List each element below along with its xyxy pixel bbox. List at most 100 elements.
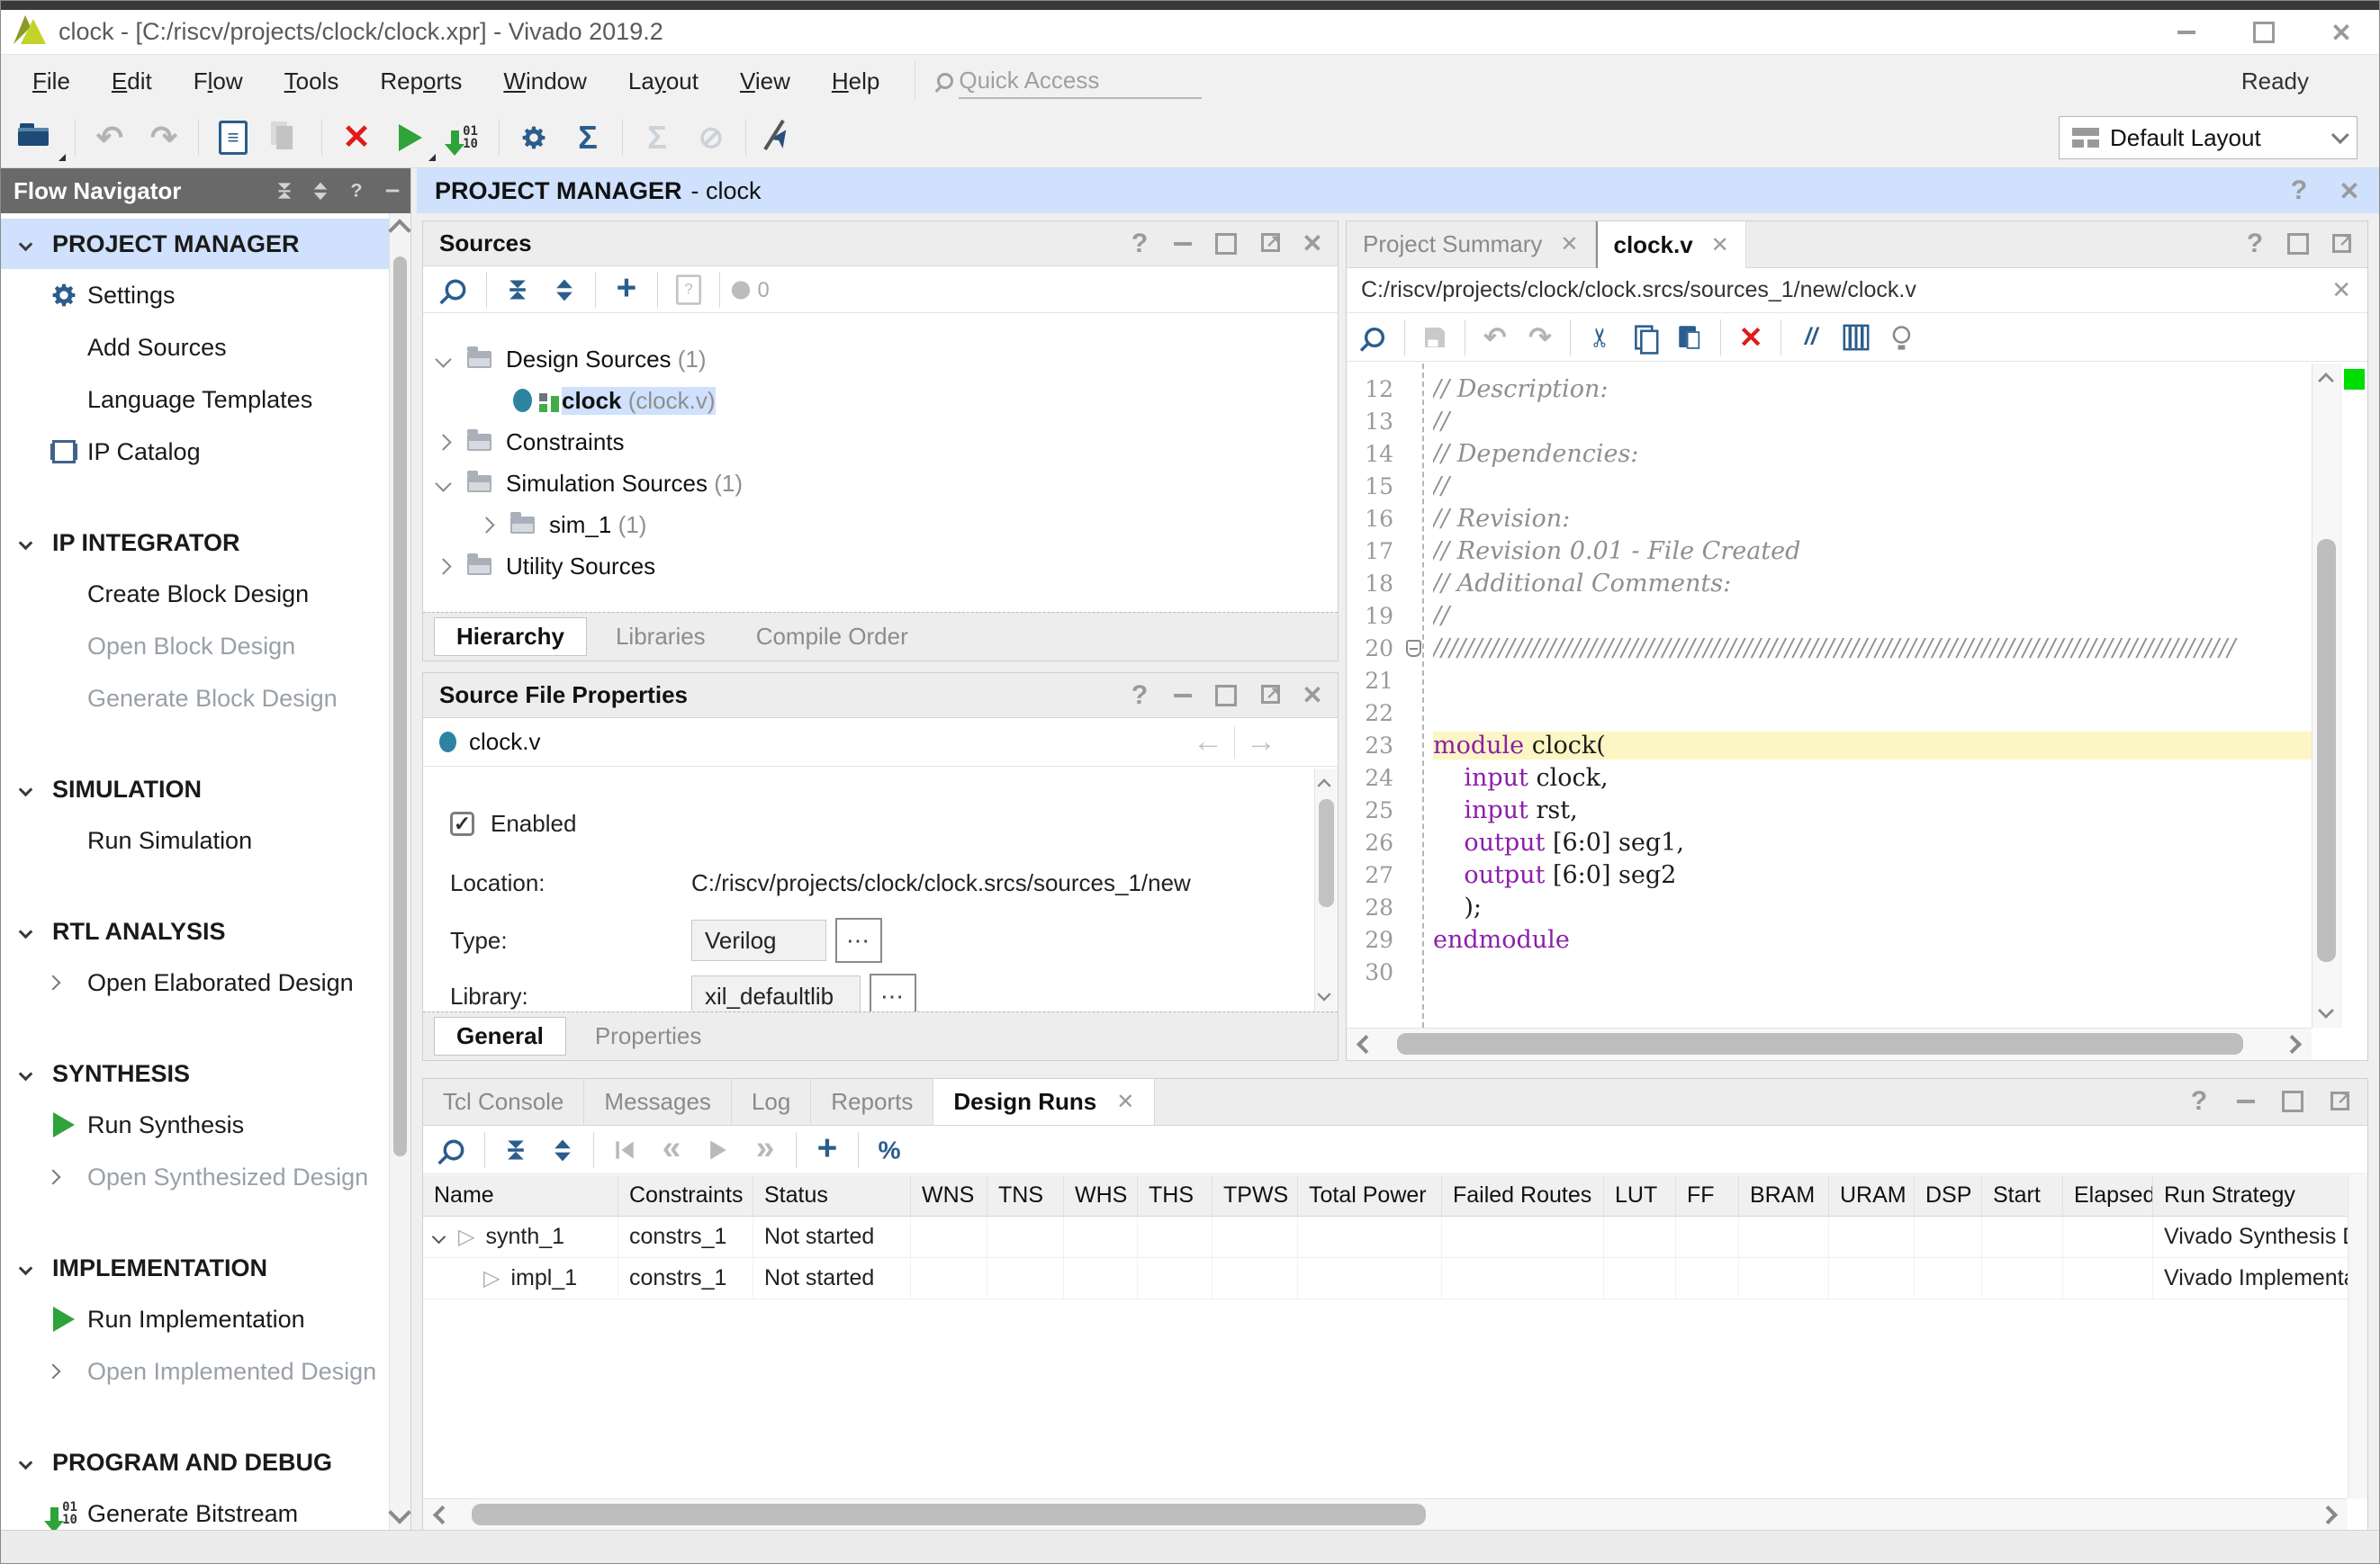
expand-icon[interactable] (544, 271, 585, 307)
expand-icon[interactable] (308, 178, 334, 204)
design-runs-horizontal-scrollbar[interactable] (423, 1498, 2348, 1531)
enabled-checkbox[interactable] (450, 812, 474, 836)
help-icon[interactable] (2238, 227, 2272, 261)
column-header-name[interactable]: Name (423, 1175, 618, 1216)
chevron-down-icon[interactable] (435, 351, 451, 367)
sidebar-item-run-synthesis[interactable]: Run Synthesis (1, 1099, 389, 1151)
type-browse-button[interactable]: ⋯ (835, 918, 882, 963)
sidebar-item-create-block-design[interactable]: Create Block Design (1, 568, 389, 620)
scroll-left-icon[interactable] (1357, 1035, 1375, 1054)
chevron-right-icon[interactable] (435, 558, 451, 574)
scroll-up-icon[interactable] (2318, 373, 2334, 389)
menu-tools[interactable]: Tools (264, 58, 360, 104)
close-icon[interactable] (2332, 174, 2366, 208)
column-header-wns[interactable]: WNS (911, 1175, 987, 1216)
undo-icon[interactable] (83, 114, 137, 161)
step-first-icon[interactable] (604, 1131, 645, 1167)
close-icon[interactable]: ✕ (1116, 1089, 1134, 1115)
float-icon[interactable] (1253, 228, 1285, 260)
collapse-icon[interactable] (495, 1131, 536, 1167)
comment-icon[interactable] (1792, 319, 1831, 355)
sidebar-item-generate-bitstream[interactable]: 0110Generate Bitstream (1, 1488, 389, 1530)
menu-flow[interactable]: Flow (173, 58, 264, 104)
chevron-right-icon[interactable] (478, 517, 494, 533)
scroll-down-icon[interactable] (388, 1501, 410, 1524)
column-header-uram[interactable]: URAM (1829, 1175, 1915, 1216)
help-doc-icon[interactable] (668, 271, 709, 307)
redo-icon[interactable] (137, 114, 191, 161)
library-browse-button[interactable]: ⋯ (870, 974, 916, 1011)
copy-icon[interactable] (1627, 319, 1665, 355)
editor-vertical-scrollbar[interactable] (2312, 364, 2340, 1028)
delete-icon[interactable] (1732, 319, 1771, 355)
code-line-28[interactable]: 28 ); (1347, 891, 2312, 923)
sidebar-item-open-implemented-design[interactable]: Open Implemented Design (1, 1345, 389, 1398)
help-icon[interactable] (1123, 679, 1156, 712)
redo-icon[interactable] (1521, 319, 1560, 355)
scroll-up-icon[interactable] (388, 219, 410, 241)
minimize-icon[interactable] (1167, 228, 1199, 260)
flow-section-synthesis[interactable]: SYNTHESIS (1, 1048, 389, 1099)
code-line-25[interactable]: 25 input rst, (1347, 794, 2312, 826)
code-line-20[interactable]: 20//////////////////////////////////////… (1347, 632, 2312, 664)
scrollbar-thumb[interactable] (2317, 539, 2336, 962)
flow-section-rtl-analysis[interactable]: RTL ANALYSIS (1, 906, 389, 957)
flow-section-ip-integrator[interactable]: IP INTEGRATOR (1, 517, 389, 568)
scroll-down-icon[interactable] (2318, 1002, 2334, 1019)
flow-section-project-manager[interactable]: PROJECT MANAGER (1, 219, 389, 269)
search-icon[interactable] (433, 1131, 474, 1167)
maximize-icon[interactable] (2276, 1084, 2310, 1119)
column-header-tns[interactable]: TNS (987, 1175, 1064, 1216)
code-line-12[interactable]: 12// Description: (1347, 373, 2312, 405)
editor-horizontal-scrollbar[interactable] (1347, 1028, 2312, 1060)
tree-item-utility-sources[interactable]: Utility Sources (423, 545, 1338, 587)
minimize-icon[interactable] (380, 178, 406, 204)
menu-view[interactable]: View (719, 58, 811, 104)
scroll-right-icon[interactable] (2319, 1506, 2338, 1524)
code-line-13[interactable]: 13// (1347, 405, 2312, 437)
code-line-16[interactable]: 16// Revision: (1347, 502, 2312, 535)
flow-section-implementation[interactable]: IMPLEMENTATION (1, 1243, 389, 1293)
column-header-start[interactable]: Start (1982, 1175, 2063, 1216)
layout-selector[interactable]: Default Layout (2059, 116, 2357, 159)
design-runs-vertical-scrollbar[interactable] (2348, 1175, 2367, 1498)
column-header-lut[interactable]: LUT (1604, 1175, 1676, 1216)
back-icon[interactable] (1187, 722, 1229, 763)
code-line-14[interactable]: 14// Dependencies: (1347, 437, 2312, 470)
sidebar-item-add-sources[interactable]: Add Sources (1, 321, 389, 373)
properties-scrollbar[interactable] (1314, 769, 1338, 1011)
percent-icon[interactable] (869, 1131, 910, 1167)
chevron-down-icon[interactable] (435, 475, 451, 491)
code-line-23[interactable]: 23module clock( (1347, 729, 2312, 761)
code-line-27[interactable]: 27 output [6:0] seg2 (1347, 858, 2312, 891)
code-editor[interactable]: 12// Description: 13// 14// Dependencies… (1347, 364, 2312, 1028)
bottom-tab-tcl-console[interactable]: Tcl Console (423, 1079, 584, 1125)
menu-window[interactable]: Window (482, 58, 607, 104)
maximize-icon[interactable] (1210, 679, 1242, 712)
close-icon[interactable]: ✕ (1711, 232, 1729, 258)
column-header-status[interactable]: Status (753, 1175, 911, 1216)
run-icon[interactable] (383, 114, 437, 161)
type-field[interactable]: Verilog (691, 920, 826, 961)
run-row-impl_1[interactable]: ▷impl_1constrs_1Not startedVivado Implem… (423, 1258, 2348, 1299)
bottom-tab-design-runs[interactable]: Design Runs✕ (933, 1079, 1155, 1125)
scrollbar-thumb[interactable] (1397, 1033, 2243, 1055)
cut-icon[interactable] (1582, 319, 1620, 355)
sources-tab-libraries[interactable]: Libraries (594, 618, 727, 655)
menu-layout[interactable]: Layout (608, 58, 719, 104)
flow-navigator-scrollbar[interactable] (389, 213, 410, 1530)
editor-tab-project-summary[interactable]: Project Summary✕ (1347, 221, 1596, 267)
properties-tab-general[interactable]: General (434, 1017, 566, 1056)
open-project-icon[interactable] (14, 114, 68, 161)
sources-tab-hierarchy[interactable]: Hierarchy (434, 617, 587, 656)
column-header-dsp[interactable]: DSP (1915, 1175, 1982, 1216)
help-icon[interactable] (2182, 1084, 2216, 1119)
sidebar-item-open-block-design[interactable]: Open Block Design (1, 620, 389, 672)
menu-edit[interactable]: Edit (91, 58, 173, 104)
copy-icon[interactable] (260, 114, 314, 161)
menu-reports[interactable]: Reports (359, 58, 482, 104)
open-report-icon[interactable] (206, 114, 260, 161)
sidebar-item-run-implementation[interactable]: Run Implementation (1, 1293, 389, 1345)
sidebar-item-generate-block-design[interactable]: Generate Block Design (1, 672, 389, 724)
minimize-icon[interactable] (2170, 16, 2203, 49)
